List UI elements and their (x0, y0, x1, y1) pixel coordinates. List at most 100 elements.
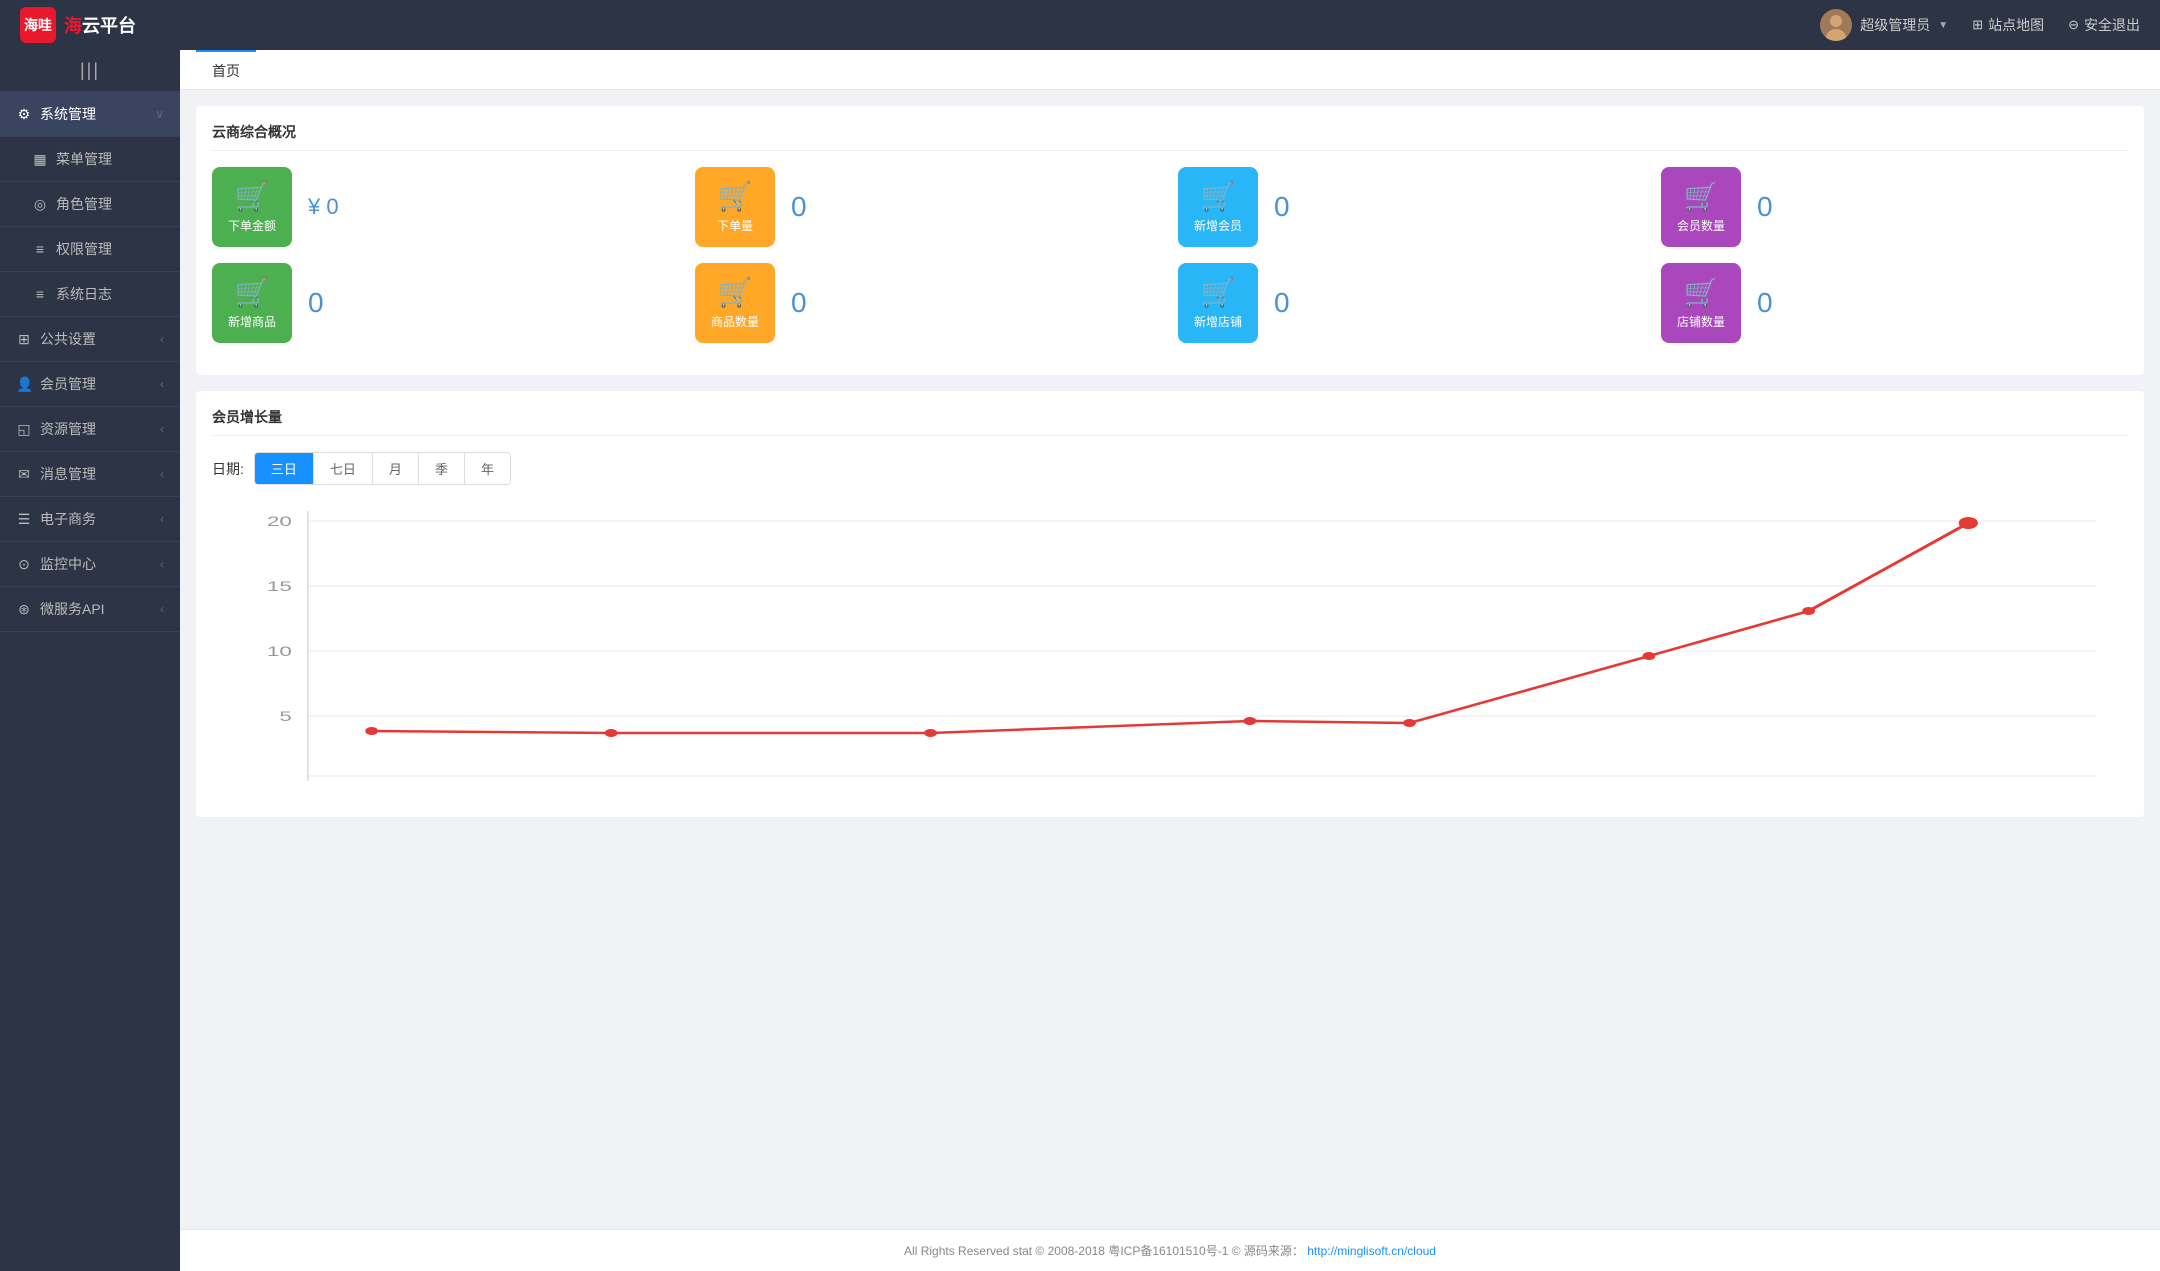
user-name: 超级管理员 (1860, 15, 1930, 35)
avatar (1820, 9, 1852, 41)
stat-product-count: 🛒 商品数量 0 (695, 263, 1162, 343)
overview-title: 云商综合概况 (212, 122, 2128, 151)
sidebar-label-permission: 权限管理 (56, 239, 112, 259)
order-amount-icon-box: 🛒 下单金额 (212, 167, 292, 247)
breadcrumb-bar: 首页 (180, 50, 2160, 90)
product-count-icon-box: 🛒 商品数量 (695, 263, 775, 343)
sidebar-label-system: 系统管理 (40, 104, 96, 124)
order-count-value: 0 (791, 191, 807, 223)
cart-icon-6: 🛒 (718, 276, 753, 309)
microapi-icon: ⊛ (16, 601, 32, 618)
filter-btn-year[interactable]: 年 (465, 453, 510, 484)
page-content: 云商综合概况 🛒 下单金额 ¥ 0 🛒 下单量 (180, 90, 2160, 1229)
permission-icon: ≡ (32, 241, 48, 257)
sidebar-item-role[interactable]: ◎ 角色管理 (0, 182, 180, 227)
chart-container: 20 15 10 5 (212, 501, 2128, 801)
stat-new-member: 🛒 新增会员 0 (1178, 167, 1645, 247)
monitor-icon: ⊙ (16, 556, 32, 573)
sidebar-item-member[interactable]: 👤 会员管理 ‹ (0, 362, 180, 407)
stats-row-2: 🛒 新增商品 0 🛒 商品数量 0 🛒 (212, 263, 2128, 343)
message-arrow: ‹ (160, 467, 164, 481)
sidebar-label-member: 会员管理 (40, 374, 96, 394)
new-store-value: 0 (1274, 287, 1290, 319)
member-growth-title: 会员增长量 (212, 407, 2128, 436)
new-product-value: 0 (308, 287, 324, 319)
content-area: 首页 云商综合概况 🛒 下单金额 ¥ 0 (180, 50, 2160, 1271)
sitemap-nav[interactable]: ⊞ 站点地图 (1972, 15, 2044, 35)
stat-order-amount: 🛒 下单金额 ¥ 0 (212, 167, 679, 247)
ecommerce-icon: ☰ (16, 511, 32, 528)
svg-text:10: 10 (267, 643, 292, 659)
stat-store-count: 🛒 店铺数量 0 (1661, 263, 2128, 343)
sidebar-item-permission[interactable]: ≡ 权限管理 (0, 227, 180, 272)
sidebar-label-menu: 菜单管理 (56, 149, 112, 169)
cart-icon-8: 🛒 (1684, 276, 1719, 309)
system-arrow: ∨ (155, 107, 164, 121)
sidebar-item-public[interactable]: ⊞ 公共设置 ‹ (0, 317, 180, 362)
filter-btn-quarter[interactable]: 季 (419, 453, 465, 484)
growth-chart: 20 15 10 5 (212, 501, 2128, 801)
svg-text:5: 5 (279, 708, 291, 724)
top-header: 海哇 海云平台 超级管理员 ▼ ⊞ 站点地图 ⊖ 安全退出 (0, 0, 2160, 50)
sidebar-label-monitor: 监控中心 (40, 554, 96, 574)
sidebar-label-message: 消息管理 (40, 464, 96, 484)
member-arrow: ‹ (160, 377, 164, 391)
ecommerce-arrow: ‹ (160, 512, 164, 526)
sidebar-item-syslog[interactable]: ≡ 系统日志 (0, 272, 180, 317)
sidebar-item-resource[interactable]: ◱ 资源管理 ‹ (0, 407, 180, 452)
page-footer: All Rights Reserved stat © 2008-2018 粤IC… (180, 1229, 2160, 1271)
filter-btn-7day[interactable]: 七日 (314, 453, 373, 484)
stats-row-1: 🛒 下单金额 ¥ 0 🛒 下单量 0 🛒 (212, 167, 2128, 247)
cart-icon-3: 🛒 (1201, 180, 1236, 213)
menu-icon: ▦ (32, 151, 48, 168)
logo-text: 海云平台 (64, 12, 136, 38)
sidebar-item-ecommerce[interactable]: ☰ 电子商务 ‹ (0, 497, 180, 542)
member-icon: 👤 (16, 376, 32, 393)
new-member-value: 0 (1274, 191, 1290, 223)
sidebar-item-message[interactable]: ✉ 消息管理 ‹ (0, 452, 180, 497)
cart-icon-4: 🛒 (1684, 180, 1719, 213)
user-dropdown-icon[interactable]: ▼ (1938, 20, 1948, 31)
chart-filter: 日期: 三日 七日 月 季 年 (212, 452, 2128, 485)
sidebar-item-menu[interactable]: ▦ 菜单管理 (0, 137, 180, 182)
store-count-value: 0 (1757, 287, 1773, 319)
product-count-value: 0 (791, 287, 807, 319)
logout-icon: ⊖ (2068, 17, 2079, 33)
sidebar-item-monitor[interactable]: ⊙ 监控中心 ‹ (0, 542, 180, 587)
sidebar-item-microapi[interactable]: ⊛ 微服务API ‹ (0, 587, 180, 632)
sidebar: ||| ⚙ 系统管理 ∨ ▦ 菜单管理 ◎ 角色管理 ≡ 权限管理 (0, 50, 180, 1271)
stat-new-product: 🛒 新增商品 0 (212, 263, 679, 343)
resource-icon: ◱ (16, 421, 32, 438)
public-icon: ⊞ (16, 331, 32, 348)
footer-text: All Rights Reserved stat © 2008-2018 粤IC… (904, 1244, 1304, 1258)
sidebar-item-system[interactable]: ⚙ 系统管理 ∨ (0, 92, 180, 137)
new-product-icon-box: 🛒 新增商品 (212, 263, 292, 343)
new-member-icon-box: 🛒 新增会员 (1178, 167, 1258, 247)
order-count-icon-box: 🛒 下单量 (695, 167, 775, 247)
sidebar-label-public: 公共设置 (40, 329, 96, 349)
monitor-arrow: ‹ (160, 557, 164, 571)
stat-new-store: 🛒 新增店铺 0 (1178, 263, 1645, 343)
syslog-icon: ≡ (32, 286, 48, 302)
system-icon: ⚙ (16, 106, 32, 123)
logo-icon: 海哇 (20, 7, 56, 43)
sidebar-label-resource: 资源管理 (40, 419, 96, 439)
member-growth-section: 会员增长量 日期: 三日 七日 月 季 年 (196, 391, 2144, 817)
filter-buttons: 三日 七日 月 季 年 (254, 452, 511, 485)
microapi-arrow: ‹ (160, 602, 164, 616)
logout-nav[interactable]: ⊖ 安全退出 (2068, 15, 2140, 35)
filter-btn-month[interactable]: 月 (373, 453, 419, 484)
date-label: 日期: (212, 459, 244, 479)
overview-section: 云商综合概况 🛒 下单金额 ¥ 0 🛒 下单量 (196, 106, 2144, 375)
sidebar-toggle[interactable]: ||| (0, 50, 180, 92)
user-info[interactable]: 超级管理员 ▼ (1820, 9, 1948, 41)
new-store-icon-box: 🛒 新增店铺 (1178, 263, 1258, 343)
home-tab[interactable]: 首页 (196, 50, 256, 89)
cart-icon-7: 🛒 (1201, 276, 1236, 309)
filter-btn-3day[interactable]: 三日 (255, 453, 314, 484)
order-amount-value: ¥ 0 (308, 194, 339, 220)
footer-link[interactable]: http://minglisoft.cn/cloud (1307, 1244, 1436, 1258)
stat-member-count: 🛒 会员数量 0 (1661, 167, 2128, 247)
public-arrow: ‹ (160, 332, 164, 346)
sidebar-label-syslog: 系统日志 (56, 284, 112, 304)
